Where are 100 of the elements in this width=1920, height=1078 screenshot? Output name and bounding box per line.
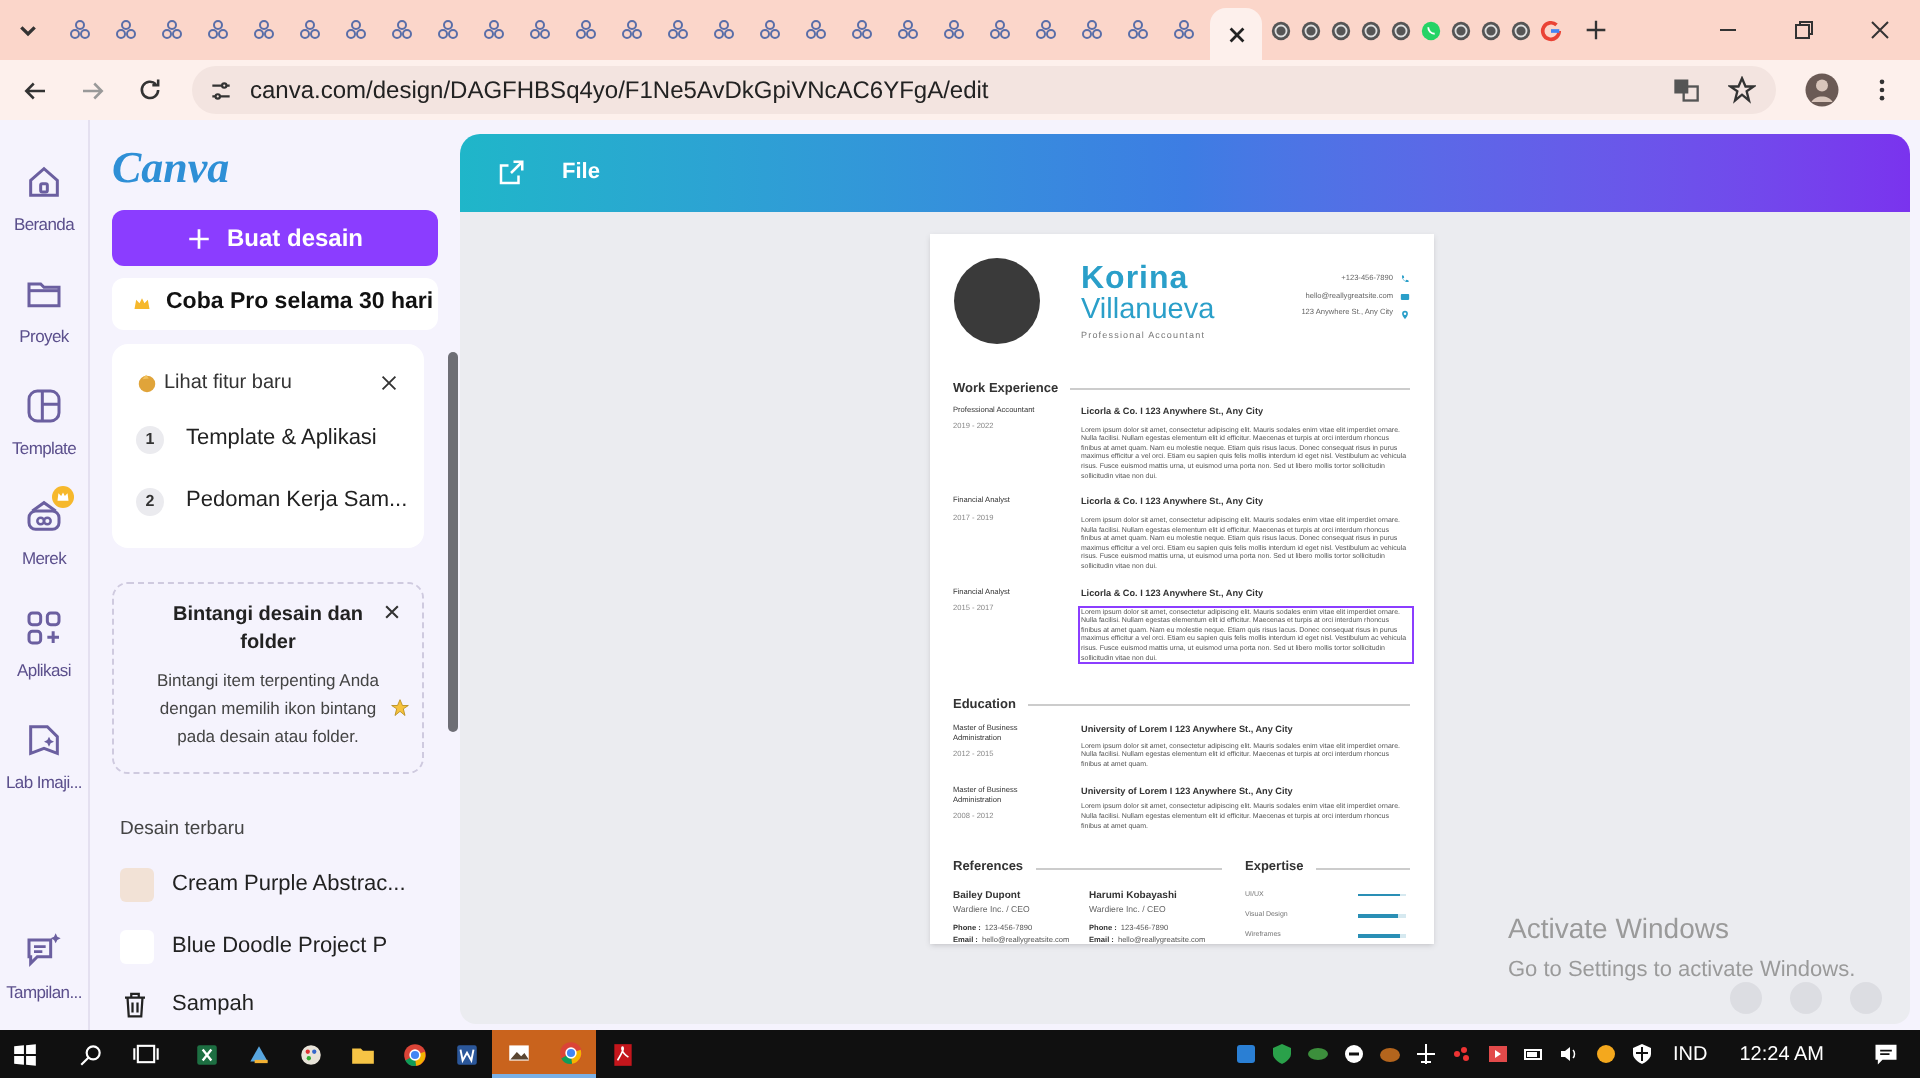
profile-avatar[interactable]: [1804, 72, 1840, 108]
create-design-button[interactable]: Buat desain: [112, 210, 438, 266]
browser-icon: [401, 1041, 427, 1067]
section-heading: Desain terbaru: [120, 816, 247, 844]
try-pro-button[interactable]: Coba Pro selama 30 hari: [112, 278, 438, 330]
triple-ring-icon: [941, 18, 965, 42]
scrollbar[interactable]: [448, 352, 458, 732]
tip-text: pada desain atau folder.: [175, 724, 361, 750]
shield-icon[interactable]: [1629, 1042, 1653, 1066]
url-text: canva.com/design/DAGFHBSq4yo/F1Ne5AvDkGpiVNcAC6YFgA/edit: [250, 74, 989, 108]
recent-design-item[interactable]: Blue Doodle Project P: [120, 926, 450, 967]
rail-button[interactable]: Tampilan...: [0, 920, 88, 1006]
globe-icon: [1270, 19, 1292, 41]
design-thumbnail: [120, 867, 154, 902]
rail-button[interactable]: Aplikasi: [0, 598, 88, 684]
crown-icon: [132, 294, 152, 314]
chat-sparkle-icon: [24, 930, 64, 971]
bookmark-star-icon[interactable]: [1728, 76, 1756, 104]
trash-icon: [120, 989, 150, 1020]
globe-icon: [1330, 19, 1352, 41]
clock-text[interactable]: 12:24 AM: [1739, 1039, 1824, 1069]
browser-icon: [557, 1039, 583, 1065]
rail-button[interactable]: Lab Imaji...: [0, 709, 88, 795]
globe-icon: [1480, 19, 1502, 41]
tip-title: Bintangi desain dan folder: [170, 602, 365, 658]
activation-text: Go to Settings to activate Windows.: [1508, 956, 1856, 986]
triple-ring-icon: [159, 18, 183, 42]
close-icon[interactable]: [378, 372, 400, 394]
video-icon[interactable]: [1485, 1042, 1509, 1066]
recent-design-item[interactable]: Cream Purple Abstrac...: [120, 864, 450, 905]
speaker-icon[interactable]: [1557, 1042, 1581, 1066]
task-view-button[interactable]: [132, 1040, 160, 1068]
first-name: Korina: [1081, 264, 1191, 296]
rail-button[interactable]: Proyek: [0, 263, 88, 349]
search-button[interactable]: [78, 1041, 104, 1067]
globe-icon: [1390, 19, 1412, 41]
triple-ring-icon: [435, 18, 459, 42]
site-settings-icon[interactable]: [208, 77, 234, 103]
reload-button[interactable]: [136, 76, 164, 104]
triple-ring-icon: [665, 18, 689, 42]
rail-button[interactable]: Template: [0, 375, 88, 461]
triple-ring-icon: [849, 18, 873, 42]
triple-ring-icon: [1079, 18, 1103, 42]
activation-title: Activate Windows: [1508, 910, 1731, 948]
shield-icon[interactable]: [1269, 1042, 1293, 1066]
feature-link[interactable]: 1 Template & Aplikasi: [136, 408, 400, 470]
restore-button[interactable]: [1792, 18, 1816, 42]
triple-ring-icon: [481, 18, 505, 42]
dots-icon[interactable]: [1449, 1042, 1473, 1066]
circle-minus-icon[interactable]: [1341, 1042, 1365, 1066]
map-pin-icon: [1399, 309, 1409, 320]
triple-ring-icon: [67, 18, 91, 42]
browser-tab[interactable]: [1210, 8, 1262, 60]
layout-icon: [24, 385, 64, 425]
briefcase-icon: [24, 496, 64, 537]
rail-button[interactable]: Merek: [0, 486, 88, 572]
triple-ring-icon: [297, 18, 321, 42]
triple-ring-icon: [987, 18, 1011, 42]
home-icon: [24, 162, 64, 202]
sparkle-page-icon: [24, 719, 64, 760]
triple-ring-icon: [895, 18, 919, 42]
envelope-icon: [1399, 292, 1409, 303]
photo-placeholder: [953, 258, 1039, 344]
globe-icon: [1510, 19, 1532, 41]
address-bar[interactable]: canva.com/design/DAGFHBSq4yo/F1Ne5AvDkGpiVNcAC6YFgA/edit: [192, 66, 1776, 114]
triple-ring-icon: [389, 18, 413, 42]
globe-icon: [1450, 19, 1472, 41]
triple-ring-icon: [1125, 18, 1149, 42]
language-indicator[interactable]: IND: [1673, 1039, 1708, 1069]
card-title: Lihat fitur baru: [164, 370, 292, 398]
close-icon[interactable]: [1225, 23, 1247, 45]
translate-icon[interactable]: [1672, 76, 1700, 104]
triple-ring-icon: [757, 18, 781, 42]
document-icon: [453, 1041, 479, 1067]
triple-ring-icon: [803, 18, 827, 42]
palette-icon: [297, 1041, 323, 1067]
triple-ring-icon: [113, 18, 137, 42]
step-number: 2: [136, 487, 164, 515]
plus-icon: [186, 225, 213, 251]
open-external-icon[interactable]: [496, 158, 526, 188]
coin-icon[interactable]: [1593, 1042, 1617, 1066]
pdf-icon: [609, 1041, 635, 1067]
globe-icon: [1360, 19, 1382, 41]
square-icon[interactable]: [1233, 1042, 1257, 1066]
triple-ring-icon: [619, 18, 643, 42]
close-button[interactable]: [1868, 18, 1892, 42]
canva-logo: Canva: [112, 144, 232, 192]
windows-start-button[interactable]: [12, 1041, 38, 1067]
triple-ring-icon: [527, 18, 551, 42]
triple-ring-icon: [1171, 18, 1195, 42]
triple-ring-icon: [573, 18, 597, 42]
close-icon[interactable]: [382, 602, 402, 622]
trash-button[interactable]: Sampah: [120, 984, 438, 1025]
rail-button[interactable]: Beranda: [0, 152, 88, 238]
taskbar-app-button[interactable]: [492, 1030, 544, 1078]
notifications-icon[interactable]: [1872, 1040, 1900, 1068]
new-tab-button[interactable]: [1582, 16, 1610, 44]
g-letter-icon: [1540, 19, 1562, 41]
triple-ring-icon: [1033, 18, 1057, 42]
apps-icon: [24, 608, 64, 648]
